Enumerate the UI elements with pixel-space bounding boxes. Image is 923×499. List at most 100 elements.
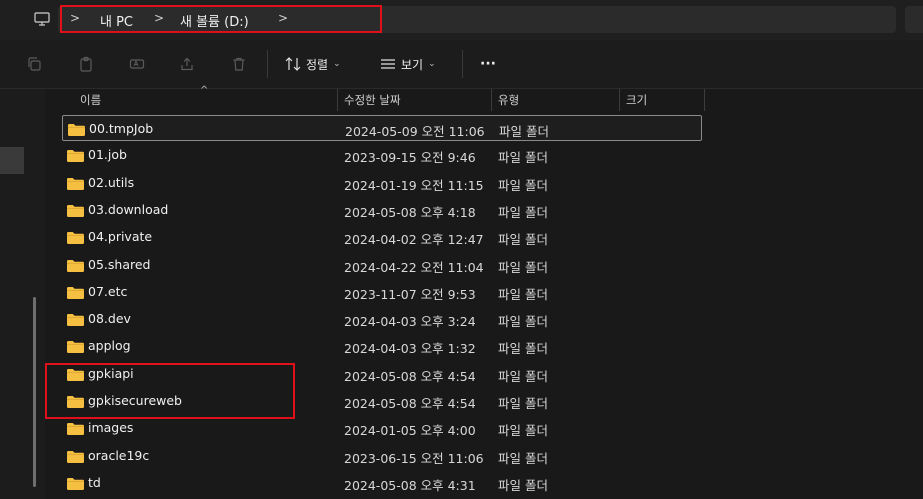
file-modified-date: 2024-01-19 오전 11:15: [344, 177, 484, 193]
chevron-down-icon: ⌄: [428, 59, 436, 69]
file-type: 파일 폴더: [498, 423, 548, 439]
folder-icon: [66, 339, 85, 354]
file-row[interactable]: gpkiapi 2024-05-08 오후 4:54 파일 폴더: [62, 361, 702, 387]
file-type: 파일 폴더: [498, 286, 548, 302]
delete-icon[interactable]: [228, 53, 250, 75]
breadcrumb-this-pc[interactable]: 내 PC: [100, 11, 133, 30]
file-type: 파일 폴더: [498, 150, 548, 166]
rename-icon[interactable]: [126, 53, 148, 75]
file-row[interactable]: images 2024-01-05 오후 4:00 파일 폴더: [62, 415, 702, 441]
file-modified-date: 2023-09-15 오전 9:46: [344, 150, 476, 166]
file-row[interactable]: 00.tmpJob 2024-05-09 오전 11:06 파일 폴더: [62, 115, 702, 141]
view-button[interactable]: 보기 ⌄: [380, 52, 436, 76]
column-divider[interactable]: [704, 89, 705, 111]
chevron-right-icon[interactable]: >: [278, 11, 288, 25]
chevron-down-icon: ⌄: [333, 59, 341, 69]
folder-icon: [66, 176, 85, 191]
sort-icon: [285, 57, 301, 71]
file-name: applog: [88, 338, 131, 354]
file-modified-date: 2024-04-22 오전 11:04: [344, 259, 484, 275]
paste-icon[interactable]: [75, 53, 97, 75]
file-name: gpkiapi: [88, 365, 134, 381]
folder-icon: [66, 285, 85, 300]
file-row[interactable]: 02.utils 2024-01-19 오전 11:15 파일 폴더: [62, 170, 702, 196]
copy-icon[interactable]: [23, 53, 45, 75]
file-modified-date: 2024-01-05 오후 4:00: [344, 423, 476, 439]
chevron-right-icon[interactable]: >: [70, 11, 80, 25]
chevron-right-icon[interactable]: >: [154, 11, 164, 25]
file-row[interactable]: 07.etc 2023-11-07 오전 9:53 파일 폴더: [62, 279, 702, 305]
folder-icon: [66, 394, 85, 409]
sort-ascending-icon: ^: [200, 85, 209, 96]
file-row[interactable]: 01.job 2023-09-15 오전 9:46 파일 폴더: [62, 142, 702, 168]
file-name: 02.utils: [88, 174, 135, 190]
monitor-icon[interactable]: [31, 9, 53, 29]
breadcrumb-drive-d[interactable]: 새 볼륨 (D:): [180, 11, 249, 30]
file-name: 04.private: [88, 229, 153, 245]
file-row[interactable]: oracle19c 2023-06-15 오전 11:06 파일 폴더: [62, 443, 702, 469]
file-type: 파일 폴더: [498, 204, 548, 220]
sort-label: 정렬: [306, 57, 329, 72]
folder-icon: [66, 312, 85, 327]
file-name: 00.tmpJob: [89, 121, 154, 136]
folder-icon: [66, 258, 85, 273]
column-header-name[interactable]: 이름: [80, 89, 101, 111]
column-header-modified[interactable]: 수정한 날짜: [344, 89, 401, 111]
address-bar[interactable]: > 내 PC > 새 볼륨 (D:) >: [58, 6, 896, 33]
file-name: 05.shared: [88, 256, 151, 272]
search-box[interactable]: [905, 6, 923, 33]
file-modified-date: 2024-04-03 오후 1:32: [344, 341, 476, 357]
file-type: 파일 폴더: [498, 396, 548, 411]
file-name: 08.dev: [88, 311, 131, 327]
column-divider[interactable]: [491, 89, 492, 111]
navigation-pane: [0, 89, 45, 499]
file-modified-date: 2024-04-02 오후 12:47: [344, 232, 484, 248]
title-bar: > 내 PC > 새 볼륨 (D:) >: [0, 0, 923, 40]
column-divider[interactable]: [337, 89, 338, 111]
file-modified-date: 2024-05-08 오후 4:18: [344, 204, 476, 220]
sort-button[interactable]: 정렬 ⌄: [285, 52, 341, 76]
file-type: 파일 폴더: [498, 314, 548, 330]
file-row[interactable]: 05.shared 2024-04-22 오전 11:04 파일 폴더: [62, 252, 702, 278]
folder-icon: [66, 203, 85, 218]
file-name: 07.etc: [88, 283, 128, 299]
file-modified-date: 2024-05-08 오후 4:31: [344, 477, 476, 493]
share-icon[interactable]: [176, 53, 198, 75]
view-icon: [381, 59, 395, 69]
nav-item-selected[interactable]: [0, 147, 24, 174]
file-name: oracle19c: [88, 447, 150, 463]
file-row[interactable]: gpkisecureweb 2024-05-08 오후 4:54 파일 폴더: [62, 388, 702, 414]
file-type: 파일 폴더: [498, 450, 548, 466]
folder-icon: [66, 367, 85, 382]
column-header-size[interactable]: 크기: [626, 89, 647, 111]
more-options-button[interactable]: ···: [480, 52, 496, 76]
folder-icon: [66, 148, 85, 163]
view-label: 보기: [401, 57, 424, 72]
file-name: 03.download: [88, 201, 169, 217]
column-divider[interactable]: [619, 89, 620, 111]
toolbar-divider: [267, 50, 268, 78]
file-type: 파일 폴더: [498, 232, 548, 248]
file-modified-date: 2023-06-15 오전 11:06: [344, 450, 484, 466]
file-type: 파일 폴더: [498, 368, 548, 384]
file-type: 파일 폴더: [498, 341, 548, 357]
column-header-type[interactable]: 유형: [498, 89, 519, 111]
folder-icon: [66, 230, 85, 245]
file-type: 파일 폴더: [498, 177, 548, 193]
file-row[interactable]: applog 2024-04-03 오후 1:32 파일 폴더: [62, 333, 702, 359]
file-type: 파일 폴더: [498, 477, 548, 493]
file-type: 파일 폴더: [498, 259, 548, 275]
command-bar: 정렬 ⌄ 보기 ⌄ ···: [0, 40, 923, 89]
nav-scrollbar[interactable]: [33, 297, 36, 487]
file-row[interactable]: 03.download 2024-05-08 오후 4:18 파일 폴더: [62, 197, 702, 223]
folder-icon: [66, 449, 85, 464]
file-row[interactable]: 04.private 2024-04-02 오후 12:47 파일 폴더: [62, 224, 702, 250]
file-modified-date: 2024-05-08 오후 4:54: [344, 368, 476, 384]
file-name: images: [88, 420, 134, 436]
file-modified-date: 2024-05-08 오후 4:54: [344, 396, 476, 411]
file-row[interactable]: td 2024-05-08 오후 4:31 파일 폴더: [62, 470, 702, 496]
folder-icon: [66, 421, 85, 436]
file-name: td: [88, 474, 101, 490]
folder-icon: [66, 476, 85, 491]
file-row[interactable]: 08.dev 2024-04-03 오후 3:24 파일 폴더: [62, 306, 702, 332]
